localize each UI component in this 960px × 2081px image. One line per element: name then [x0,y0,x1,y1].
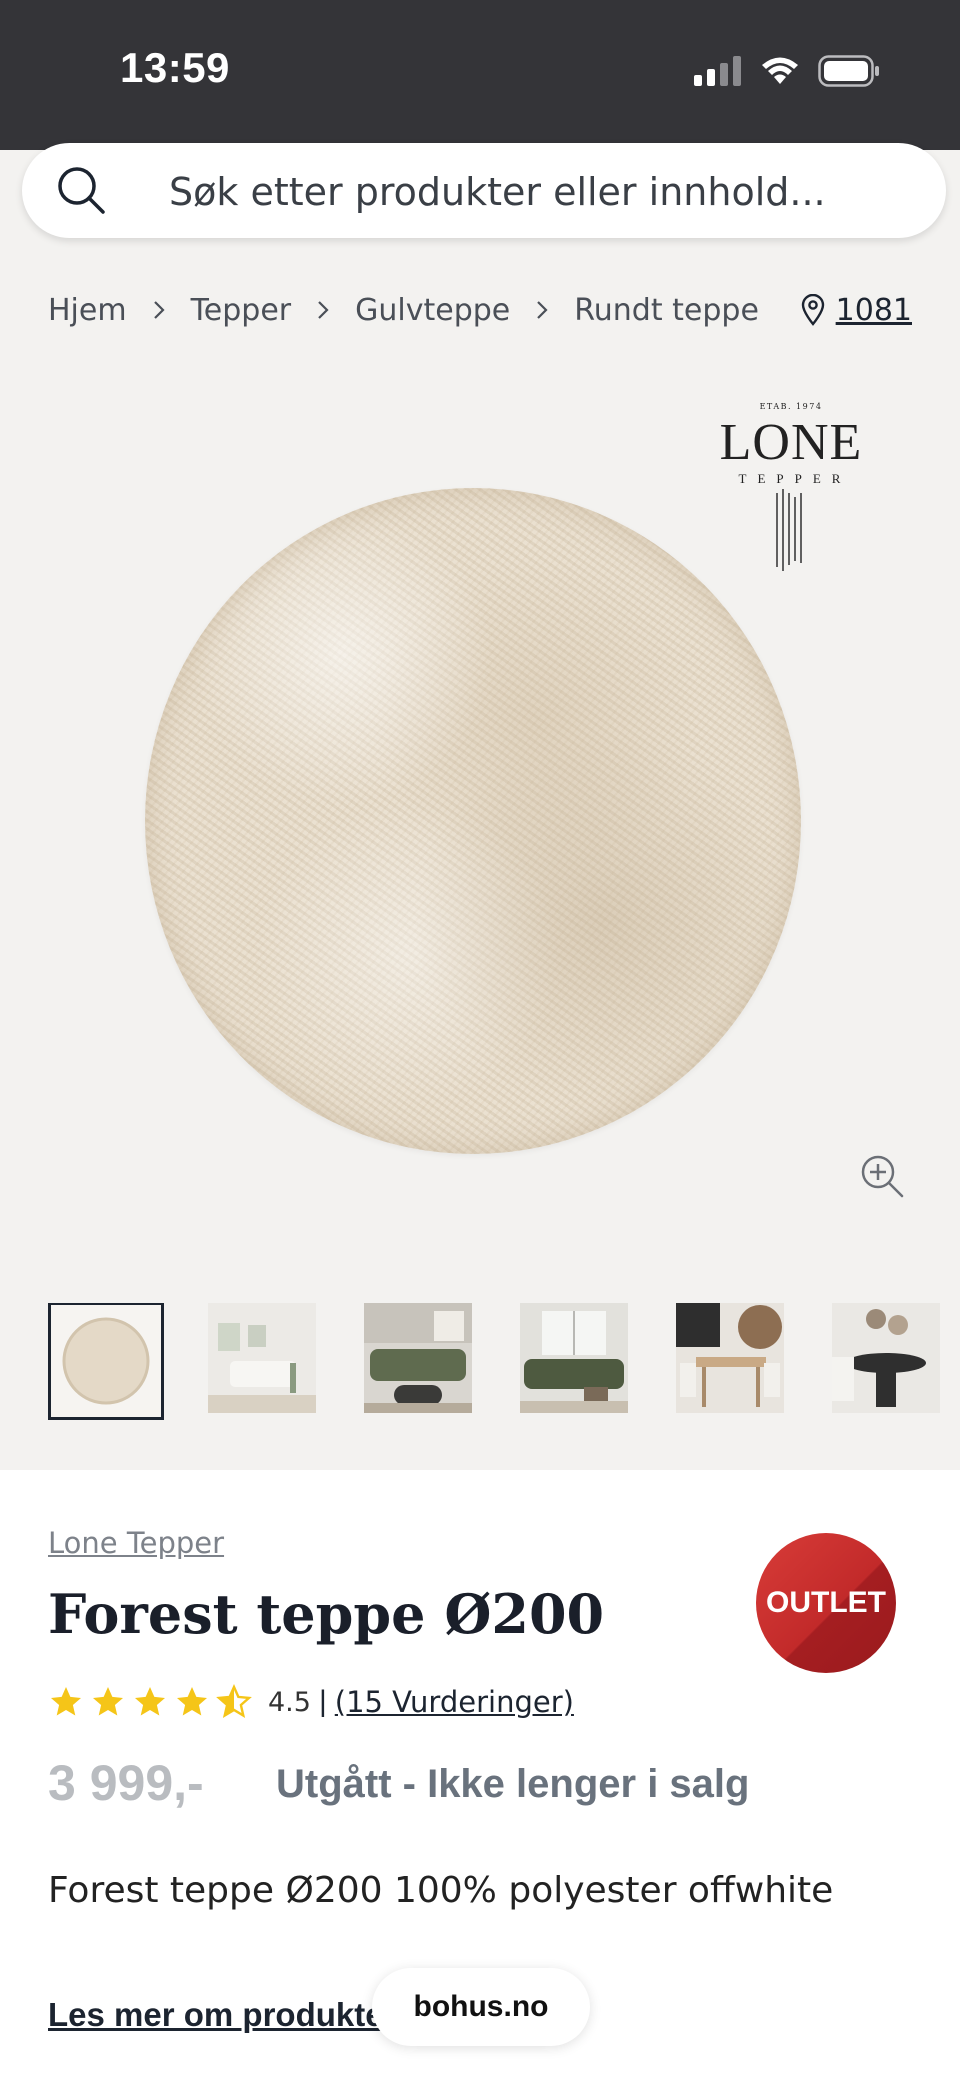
status-bar: 13:59 [0,0,960,150]
store-selector[interactable]: 1081 [800,286,912,334]
chevron-right-icon [535,299,549,321]
breadcrumb-item-tepper[interactable]: Tepper [191,293,292,328]
logo-etab: ETAB. 1974 [759,402,823,411]
wifi-icon [762,57,798,84]
chevron-right-icon [152,299,166,321]
thumbnail-dining-table[interactable] [676,1303,784,1413]
battery-icon [818,55,879,87]
brand-link[interactable]: Lone Tepper [48,1526,224,1560]
browser-url: bohus.no [413,1990,549,2023]
star-icon [51,1687,81,1716]
thumbnail-living-room-white-sofa[interactable] [208,1303,316,1413]
status-time: 13:59 [120,44,230,91]
product-description: Forest teppe Ø200 100% polyester offwhit… [48,1870,834,1911]
logo-lines-icon [776,489,802,571]
thumbnail-dining-round-table[interactable] [832,1303,940,1413]
search-bar[interactable] [22,143,946,240]
breadcrumb-item-rundt-teppe[interactable]: Rundt teppe [574,293,759,328]
thumbnail-rug[interactable] [48,1303,164,1420]
chevron-right-icon [316,299,330,321]
outlet-badge-label: OUTLET [766,1586,886,1619]
product-image[interactable]: ETAB. 1974 LONE TEPPER [0,370,960,1250]
thumbnail-living-room-green-sofa[interactable] [364,1303,472,1413]
availability-status: Utgått - Ikke lenger i salg [276,1762,750,1806]
outlet-badge: OUTLET [756,1533,896,1673]
breadcrumb-item-hjem[interactable]: Hjem [48,293,127,328]
star-icon [177,1687,207,1716]
rating-row: 4.5 | (15 Vurderinger) [48,1680,574,1724]
star-icon [93,1687,123,1716]
rating-stars [48,1684,252,1720]
browser-url-pill[interactable]: bohus.no [372,1968,590,2046]
brand-logo: ETAB. 1974 LONE TEPPER [718,402,864,578]
product-title: Forest teppe Ø200 [48,1582,605,1646]
star-half-icon [216,1684,252,1718]
star-icon [135,1687,165,1716]
rating-value: 4.5 [268,1686,311,1718]
product-price: 3 999,- [48,1755,204,1811]
logo-sub: TEPPER [738,471,852,486]
reviews-link[interactable]: (15 Vurderinger) [335,1685,574,1719]
location-pin-icon [801,294,824,326]
breadcrumb-item-gulvteppe[interactable]: Gulvteppe [355,293,510,328]
store-code[interactable]: 1081 [836,293,912,328]
logo-brand: LONE [719,414,863,471]
thumbnail-strip [48,1303,960,1421]
breadcrumb: Hjem Tepper Gulvteppe Rundt teppe [48,286,759,334]
search-icon[interactable] [52,161,112,221]
zoom-in-icon[interactable] [858,1152,906,1200]
rug-image [145,488,801,1154]
search-input[interactable] [167,143,911,240]
rating-separator: | [318,1685,327,1718]
read-more-link[interactable]: Les mer om produktet [48,1996,395,2034]
signal-icon [694,56,741,86]
status-icons [694,54,880,88]
thumbnail-living-room-green-sofa-window[interactable] [520,1303,628,1413]
